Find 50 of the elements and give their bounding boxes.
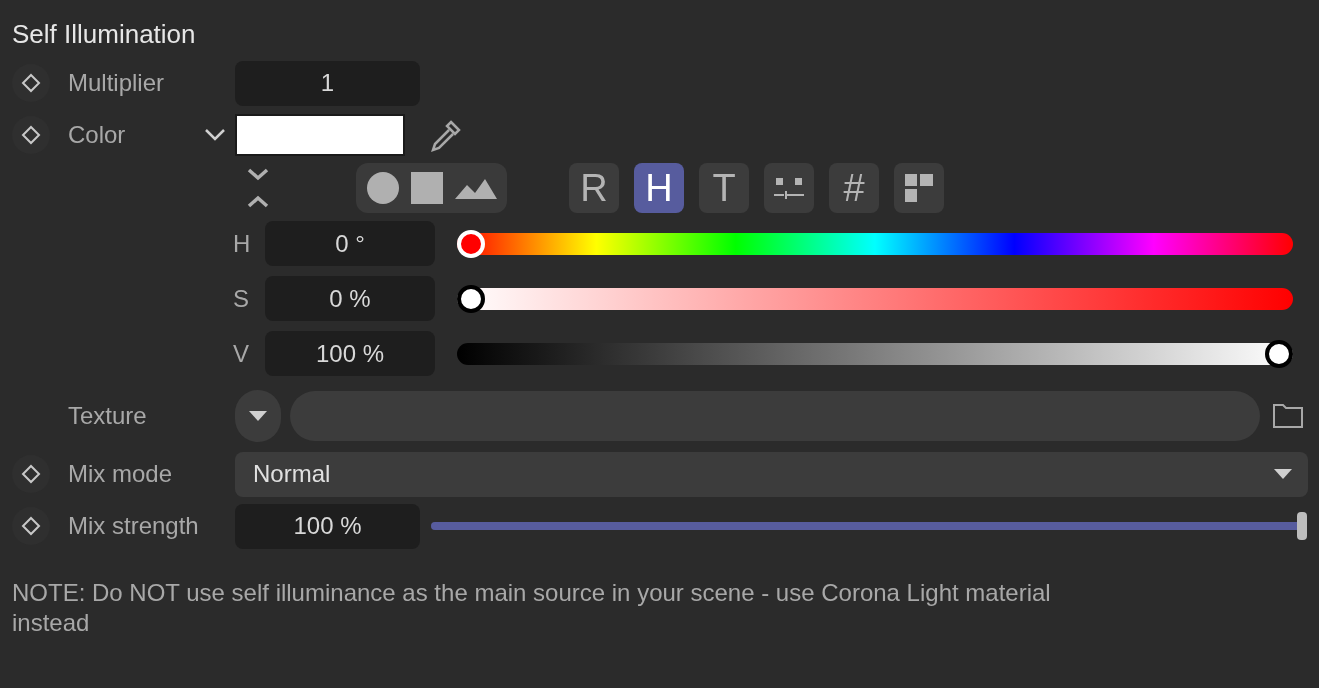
note-text: NOTE: Do NOT use self illuminance as the main source in your scene - use Corona Light material instead bbox=[12, 578, 1052, 638]
keyframe-button[interactable] bbox=[12, 64, 50, 102]
keyframe-button[interactable] bbox=[12, 455, 50, 493]
channel-field[interactable]: 0 ° bbox=[265, 221, 435, 266]
channel-label: S bbox=[233, 283, 250, 314]
mode-button[interactable]: H bbox=[634, 163, 684, 213]
field-label: Color bbox=[68, 120, 127, 150]
channel-field[interactable]: 100 % bbox=[265, 331, 435, 376]
triangle-down-icon bbox=[249, 411, 267, 421]
channel-label: H bbox=[233, 228, 252, 259]
sliders-icon bbox=[773, 175, 805, 201]
field-label: Mix strength bbox=[68, 511, 200, 541]
mode-button[interactable] bbox=[764, 163, 814, 213]
mode-button[interactable]: T bbox=[699, 163, 749, 213]
slider-thumb[interactable] bbox=[1265, 339, 1293, 368]
texture-dropdown-button[interactable] bbox=[235, 390, 281, 442]
chevron-down-icon[interactable] bbox=[204, 128, 226, 142]
channel-slider-track[interactable] bbox=[457, 342, 1293, 365]
diamond-icon bbox=[21, 516, 41, 536]
slider-thumb[interactable] bbox=[457, 284, 485, 313]
triangle-down-icon bbox=[1274, 469, 1292, 479]
mode-button[interactable] bbox=[894, 163, 944, 213]
mountains-icon[interactable] bbox=[455, 177, 498, 199]
channel-slider-track[interactable] bbox=[457, 287, 1293, 310]
mix-strength-slider[interactable] bbox=[431, 512, 1307, 540]
diamond-icon bbox=[21, 73, 41, 93]
channel-field[interactable]: 0 % bbox=[265, 276, 435, 321]
mix-strength-field[interactable]: 100 % bbox=[235, 503, 420, 549]
field-label: Multiplier bbox=[68, 68, 166, 98]
field-label: Texture bbox=[68, 401, 148, 431]
keyframe-button[interactable] bbox=[12, 507, 50, 545]
channel-slider-track[interactable] bbox=[457, 232, 1293, 255]
diamond-icon bbox=[21, 464, 41, 484]
color-swatch[interactable] bbox=[235, 114, 405, 156]
keyframe-button[interactable] bbox=[12, 116, 50, 154]
diamond-icon bbox=[21, 125, 41, 145]
section-title: Self Illumination bbox=[12, 18, 197, 51]
collapse-expand-icon[interactable] bbox=[246, 166, 270, 210]
swatches-icon bbox=[903, 172, 935, 204]
multiplier-field[interactable]: 1 bbox=[235, 60, 420, 106]
channel-label: V bbox=[233, 338, 250, 369]
slider-handle[interactable] bbox=[1297, 512, 1307, 540]
square-icon[interactable] bbox=[411, 172, 444, 204]
mix-mode-dropdown[interactable]: Normal bbox=[235, 451, 1308, 497]
circle-icon[interactable] bbox=[365, 171, 400, 205]
eyedropper-icon[interactable] bbox=[429, 118, 463, 152]
mode-button[interactable]: # bbox=[829, 163, 879, 213]
field-label: Mix mode bbox=[68, 459, 174, 489]
mode-button[interactable]: R bbox=[569, 163, 619, 213]
folder-icon[interactable] bbox=[1272, 403, 1304, 429]
